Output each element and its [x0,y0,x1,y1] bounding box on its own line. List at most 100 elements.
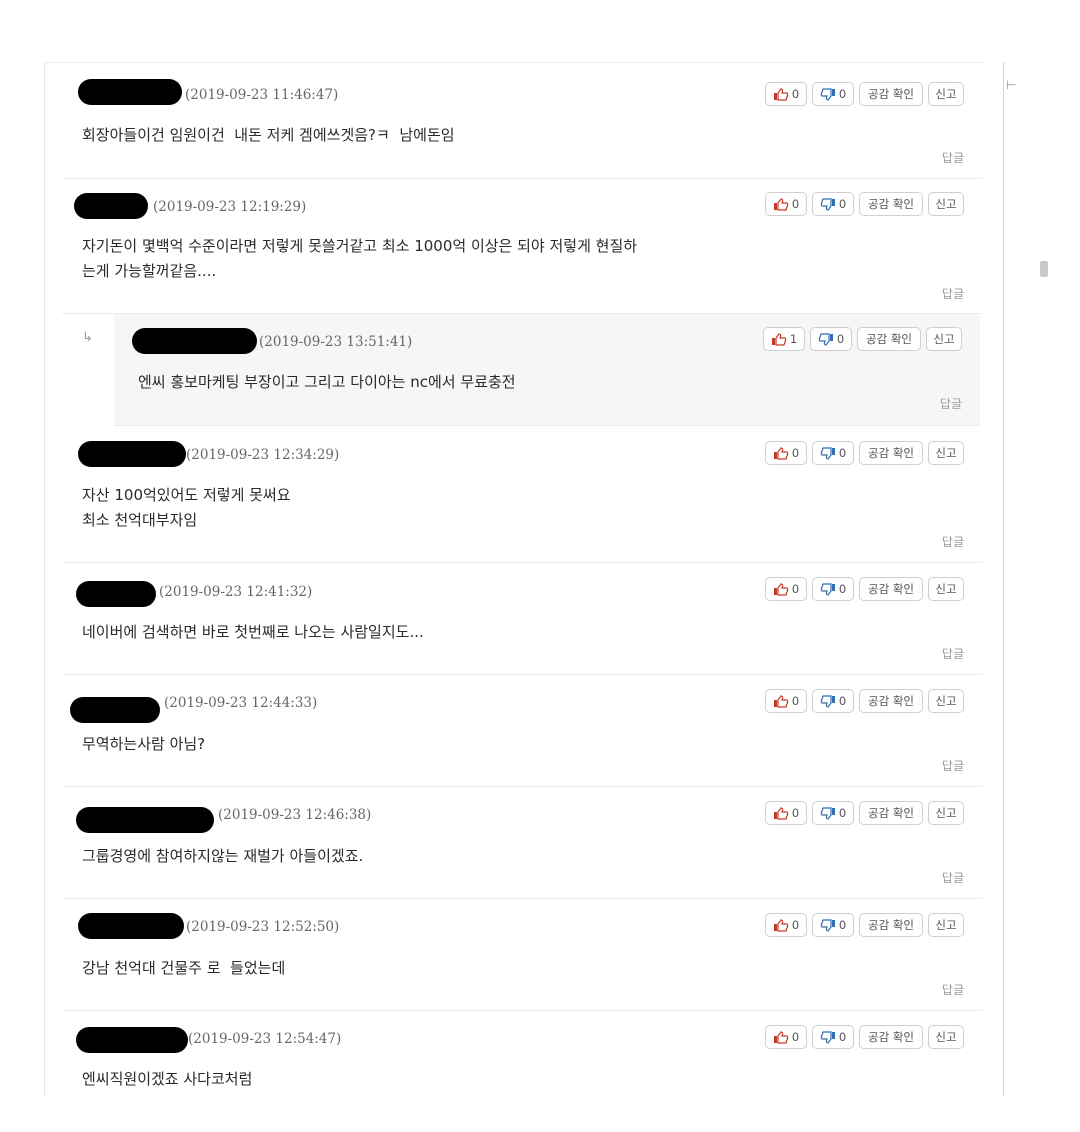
dislike-count: 0 [838,1030,847,1044]
empathy-confirm-button[interactable]: 공감 확인 [859,192,923,216]
empathy-confirm-button[interactable]: 공감 확인 [859,689,923,713]
empathy-confirm-button[interactable]: 공감 확인 [859,577,923,601]
dislike-button[interactable]: 0 [812,82,854,106]
comment-text: 그룹경영에 참여하지않는 재벌가 아들이겠죠. [82,847,364,865]
empathy-confirm-button[interactable]: 공감 확인 [859,913,923,937]
reply-link[interactable]: 답글 [942,285,964,302]
dislike-count: 0 [838,918,847,932]
thumbs-down-icon [820,87,835,101]
thumbs-down-icon [820,446,835,460]
empathy-confirm-button[interactable]: 공감 확인 [857,327,921,351]
thumbs-up-icon [773,806,789,820]
comment-text: 네이버에 검색하면 바로 첫번째로 나오는 사람일지도... [82,623,424,641]
empathy-confirm-button[interactable]: 공감 확인 [859,1025,923,1049]
comment-text: 강남 천억대 건물주 로 들었는데 [82,959,286,977]
report-button[interactable]: 신고 [928,192,964,216]
like-button[interactable]: 0 [765,689,807,713]
reply-link[interactable]: 답글 [942,869,964,886]
report-button[interactable]: 신고 [928,82,964,106]
dislike-button[interactable]: 0 [810,327,852,351]
like-button[interactable]: 0 [765,441,807,465]
thumbs-up-icon [773,197,789,211]
like-count: 1 [789,332,798,346]
thumbs-down-icon [820,918,835,932]
scrollbar-thumb[interactable] [1040,261,1048,277]
dislike-button[interactable]: 0 [812,801,854,825]
comment-item: (2019-09-23 12:19:29) 0 0 공감 확인 신고 자기돈이 … [62,179,982,314]
comment-text: 자산 100억있어도 저렇게 못써요 최소 천억대부자임 [82,486,291,529]
like-button[interactable]: 0 [765,577,807,601]
comment-item: (2019-09-23 12:34:29) 0 0 공감 확인 신고 자산 10… [62,426,982,563]
thumbs-up-icon [773,918,789,932]
like-count: 0 [791,806,800,820]
reply-link[interactable]: 답글 [942,645,964,662]
thumbs-up-icon [773,582,789,596]
dislike-button[interactable]: 0 [812,577,854,601]
comment-item: (2019-09-23 12:41:32) 0 0 공감 확인 신고 네이버에 … [62,563,982,675]
comment-text: 무역하는사람 아님? [82,735,206,753]
report-button[interactable]: 신고 [928,689,964,713]
report-button[interactable]: 신고 [928,577,964,601]
report-button[interactable]: 신고 [928,913,964,937]
dislike-count: 0 [838,582,847,596]
report-button[interactable]: 신고 [928,1025,964,1049]
like-count: 0 [791,918,800,932]
comment-timestamp: (2019-09-23 12:54:47) [188,1031,342,1047]
comment-text: 엔씨직원이겠죠 사다코처럼 [82,1070,253,1088]
comment-list-right-border [1003,62,1004,1096]
redacted-username [76,807,214,833]
thumbs-down-icon [820,694,835,708]
report-button[interactable]: 신고 [928,441,964,465]
thumbs-down-icon [820,197,835,211]
dislike-count: 0 [838,806,847,820]
like-button[interactable]: 0 [765,801,807,825]
reply-link[interactable]: 답글 [940,395,962,412]
comment-timestamp: (2019-09-23 12:52:50) [186,919,340,935]
redacted-username [78,441,186,467]
thumbs-up-icon [773,87,789,101]
redacted-username [70,697,160,723]
empathy-confirm-button[interactable]: 공감 확인 [859,801,923,825]
comment-item: (2019-09-23 12:46:38) 0 0 공감 확인 신고 그룹경영에… [62,787,982,899]
comment-timestamp: (2019-09-23 11:46:47) [185,87,339,103]
dislike-count: 0 [838,197,847,211]
reply-indent-arrow: ↳ [82,330,93,345]
like-button[interactable]: 1 [763,327,805,351]
comment-item: (2019-09-23 12:54:47) 0 0 공감 확인 신고 엔씨직원이… [62,1011,982,1096]
reply-link[interactable]: 답글 [942,149,964,166]
redacted-username [76,1027,188,1053]
like-button[interactable]: 0 [765,192,807,216]
dislike-count: 0 [838,87,847,101]
dislike-button[interactable]: 0 [812,441,854,465]
report-button[interactable]: 신고 [926,327,962,351]
mouse-cursor-icon: ⊢ [1006,78,1017,92]
comment-timestamp: (2019-09-23 12:44:33) [164,695,318,711]
dislike-button[interactable]: 0 [812,913,854,937]
like-button[interactable]: 0 [765,913,807,937]
like-button[interactable]: 0 [765,1025,807,1049]
dislike-button[interactable]: 0 [812,192,854,216]
thumbs-down-icon [820,806,835,820]
like-count: 0 [791,1030,800,1044]
dislike-button[interactable]: 0 [812,689,854,713]
redacted-username [74,193,148,219]
report-button[interactable]: 신고 [928,801,964,825]
comment-item: (2019-09-23 12:44:33) 0 0 공감 확인 신고 무역하는사… [62,675,982,787]
thumbs-up-icon [771,332,787,346]
comment-timestamp: (2019-09-23 13:51:41) [259,334,413,350]
comment-timestamp: (2019-09-23 12:19:29) [153,199,307,215]
thumbs-up-icon [773,1030,789,1044]
comment-text: 회장아들이건 임원이건 내돈 저케 겜에쓰겟음?ㅋ 남에돈임 [82,126,455,144]
like-count: 0 [791,197,800,211]
reply-link[interactable]: 답글 [942,757,964,774]
empathy-confirm-button[interactable]: 공감 확인 [859,441,923,465]
redacted-username [78,79,182,105]
thumbs-down-icon [818,332,833,346]
like-button[interactable]: 0 [765,82,807,106]
dislike-button[interactable]: 0 [812,1025,854,1049]
thumbs-up-icon [773,446,789,460]
reply-link[interactable]: 답글 [942,981,964,998]
dislike-count: 0 [836,332,845,346]
reply-link[interactable]: 답글 [942,533,964,550]
empathy-confirm-button[interactable]: 공감 확인 [859,82,923,106]
